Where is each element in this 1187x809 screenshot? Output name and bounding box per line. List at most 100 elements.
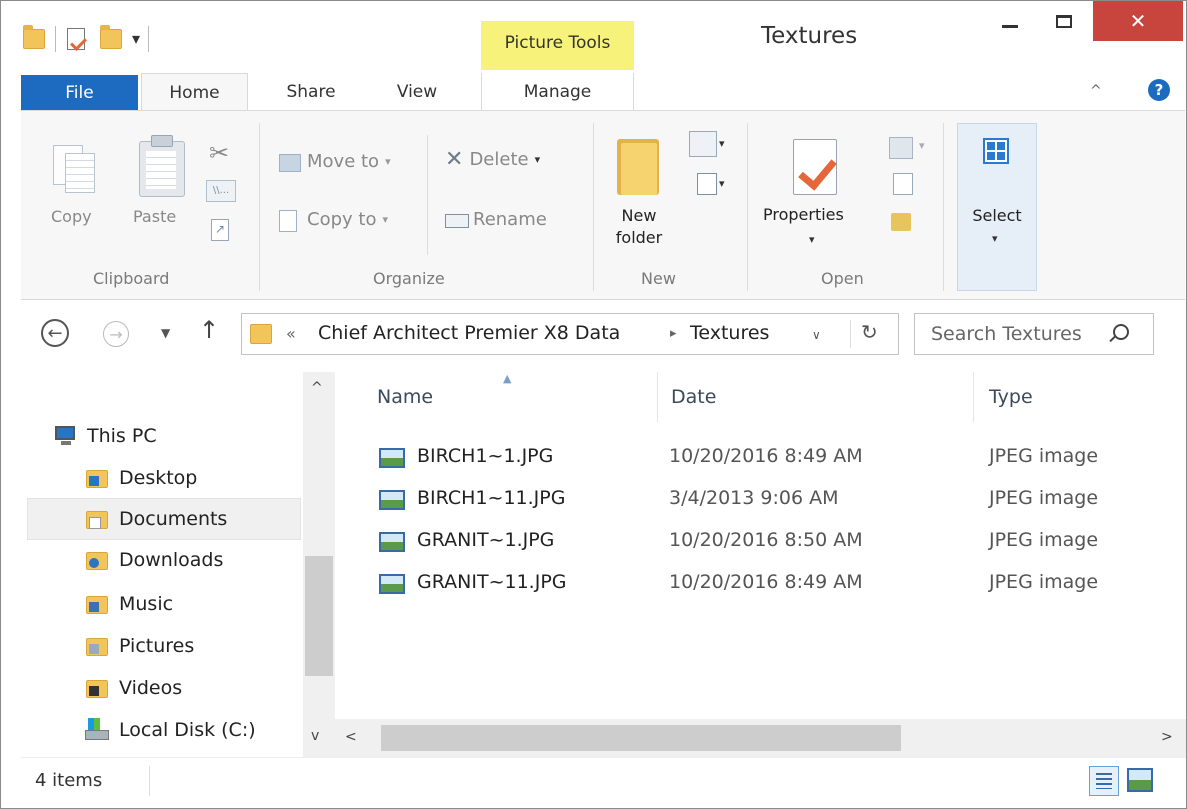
tree-item-local-disk[interactable]: Local Disk (C:)	[85, 718, 256, 742]
tab-file[interactable]: File	[21, 75, 138, 111]
properties-dropdown-icon[interactable]: ▾	[809, 233, 815, 246]
minimize-button[interactable]	[986, 1, 1034, 41]
delete-button[interactable]: ✕ Delete ▾	[445, 148, 540, 170]
properties-button[interactable]: Properties	[763, 205, 844, 224]
column-header-type[interactable]: Type	[989, 386, 1033, 408]
tree-item-desktop[interactable]: Desktop	[85, 466, 197, 490]
ribbon-tabs: File Home Share View Manage	[1, 73, 1186, 111]
tab-view[interactable]: View	[377, 73, 457, 111]
tab-home[interactable]: Home	[141, 73, 248, 111]
jpeg-image-icon	[379, 574, 405, 594]
easy-access-icon[interactable]	[697, 173, 717, 195]
edit-icon[interactable]	[893, 173, 913, 195]
column-header-date[interactable]: Date	[671, 386, 716, 408]
folder-icon	[21, 25, 47, 52]
scrollbar-thumb[interactable]	[305, 556, 333, 676]
downloads-folder-icon	[85, 548, 109, 572]
table-row[interactable]: BIRCH1~11.JPG 3/4/2013 9:06 AM JPEG imag…	[375, 480, 1165, 518]
file-list: ▲ Name Date Type BIRCH1~1.JPG 10/20/2016…	[335, 372, 1186, 757]
scroll-right-icon[interactable]: >	[1161, 729, 1173, 745]
select-button[interactable]: Select ▾	[957, 123, 1037, 291]
table-row[interactable]: GRANIT~1.JPG 10/20/2016 8:50 AM JPEG ima…	[375, 522, 1165, 560]
breadcrumb-overflow[interactable]: «	[286, 324, 296, 343]
tab-share[interactable]: Share	[261, 73, 361, 111]
copy-icon[interactable]	[53, 139, 95, 193]
paste-shortcut-icon[interactable]: ↗	[211, 219, 229, 241]
cut-icon[interactable]: ✂	[209, 139, 229, 167]
tree-item-music[interactable]: Music	[85, 592, 173, 616]
window-title: Textures	[761, 23, 858, 49]
breadcrumb-chevron-icon[interactable]: ▸	[670, 326, 677, 341]
history-icon[interactable]	[891, 213, 911, 231]
recent-locations-dropdown-icon[interactable]: ▼	[161, 326, 170, 340]
properties-quick-icon[interactable]	[64, 26, 90, 52]
scrollbar-thumb[interactable]	[381, 725, 901, 751]
jpeg-image-icon	[379, 490, 405, 510]
select-label: Select	[972, 206, 1022, 225]
details-view-button[interactable]	[1089, 766, 1119, 796]
address-bar[interactable]: « Chief Architect Premier X8 Data ▸ Text…	[241, 313, 899, 355]
tree-item-this-pc[interactable]: This PC	[53, 424, 157, 448]
copy-button[interactable]: Copy	[51, 207, 92, 226]
new-item-dropdown-icon[interactable]: ▾	[719, 137, 725, 150]
scroll-down-icon[interactable]: v	[311, 728, 319, 744]
search-box[interactable]: Search Textures	[914, 313, 1154, 355]
paste-icon[interactable]	[137, 135, 185, 197]
breadcrumb-textures[interactable]: Textures	[690, 322, 769, 344]
column-header-name[interactable]: Name	[377, 386, 433, 408]
table-row[interactable]: GRANIT~11.JPG 10/20/2016 8:49 AM JPEG im…	[375, 564, 1165, 602]
copy-to-button[interactable]: Copy to ▾	[279, 209, 388, 232]
group-label-clipboard: Clipboard	[93, 269, 170, 288]
properties-icon[interactable]	[793, 139, 839, 195]
refresh-button[interactable]: ↻	[850, 320, 878, 348]
new-folder-quick-icon[interactable]	[98, 25, 124, 52]
tree-item-downloads[interactable]: Downloads	[85, 548, 223, 572]
new-folder-icon[interactable]	[617, 133, 661, 195]
easy-access-dropdown-icon[interactable]: ▾	[719, 177, 725, 190]
search-input[interactable]: Search Textures	[931, 323, 1082, 345]
rename-button[interactable]: Rename	[445, 209, 547, 230]
new-item-icon[interactable]	[689, 131, 717, 157]
scroll-up-icon[interactable]: ^	[311, 380, 323, 396]
scroll-left-icon[interactable]: <	[345, 729, 357, 745]
file-list-horizontal-scrollbar[interactable]: < >	[335, 719, 1186, 757]
customize-toolbar-dropdown-icon[interactable]: ▾	[132, 26, 140, 52]
paste-button[interactable]: Paste	[133, 207, 176, 226]
select-icon	[983, 138, 1009, 164]
tree-item-videos[interactable]: Videos	[85, 676, 182, 700]
open-dropdown-icon[interactable]: ▾	[919, 139, 925, 152]
file-name: BIRCH1~1.JPG	[417, 445, 554, 467]
picture-tools-context-group: Picture Tools	[481, 21, 634, 70]
help-icon[interactable]: ?	[1148, 79, 1170, 101]
maximize-button[interactable]	[1040, 1, 1088, 41]
collapse-ribbon-icon[interactable]: ^	[1090, 83, 1102, 99]
documents-folder-icon	[85, 507, 109, 531]
table-row[interactable]: BIRCH1~1.JPG 10/20/2016 8:49 AM JPEG ima…	[375, 438, 1165, 476]
file-name: GRANIT~1.JPG	[417, 529, 555, 551]
file-explorer-window: ▾ Picture Tools Textures ✕ File Home Sha…	[0, 0, 1187, 809]
search-icon[interactable]	[1113, 324, 1129, 340]
tab-manage[interactable]: Manage	[481, 73, 634, 111]
file-date: 10/20/2016 8:50 AM	[669, 529, 863, 551]
up-button[interactable]: ↑	[199, 316, 219, 344]
copy-path-icon[interactable]: \\...	[206, 180, 236, 202]
open-icon[interactable]	[889, 137, 913, 159]
back-button[interactable]: ←	[41, 319, 69, 347]
copy-to-icon	[279, 209, 301, 232]
tree-item-pictures[interactable]: Pictures	[85, 634, 194, 658]
address-history-dropdown-icon[interactable]: ∨	[812, 328, 821, 342]
move-to-button[interactable]: Move to ▾	[279, 151, 391, 172]
breadcrumb-chief-architect[interactable]: Chief Architect Premier X8 Data	[318, 322, 620, 344]
file-date: 3/4/2013 9:06 AM	[669, 487, 839, 509]
navigation-pane-scrollbar[interactable]: ^ v	[303, 372, 335, 757]
file-name: GRANIT~11.JPG	[417, 571, 567, 593]
close-button[interactable]: ✕	[1093, 1, 1183, 41]
forward-button[interactable]: →	[103, 321, 129, 347]
select-dropdown-icon: ▾	[992, 232, 998, 245]
title-bar: ▾ Picture Tools Textures ✕	[1, 1, 1186, 73]
tree-item-documents[interactable]: Documents	[27, 498, 301, 540]
large-icons-view-button[interactable]	[1127, 768, 1153, 792]
new-folder-button[interactable]: New folder	[609, 205, 669, 249]
group-label-organize: Organize	[373, 269, 445, 288]
jpeg-image-icon	[379, 448, 405, 468]
